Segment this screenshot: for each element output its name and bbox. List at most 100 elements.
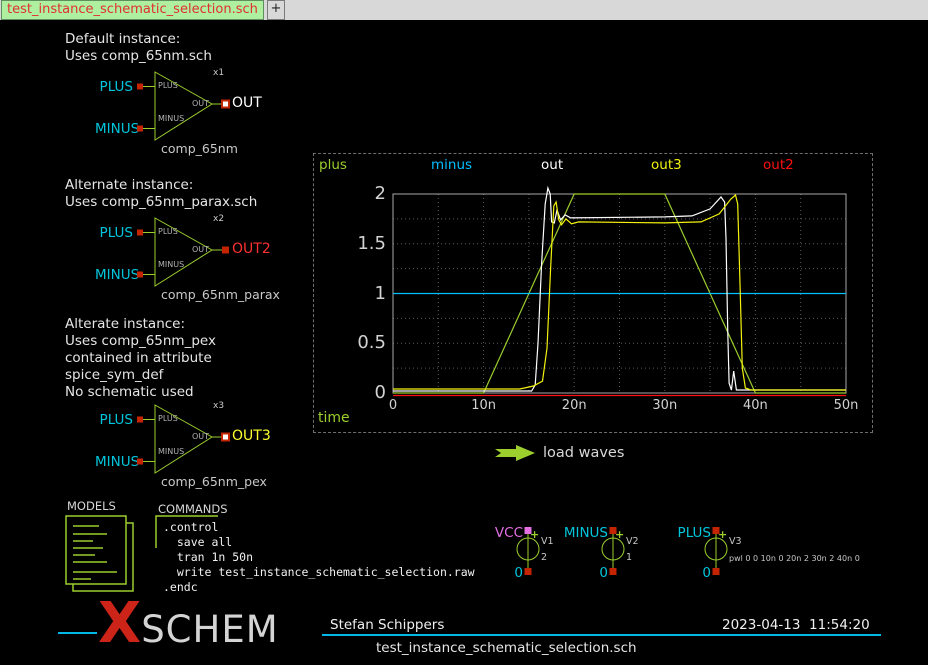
- pin-plus-square: [137, 84, 143, 90]
- pin-name-out: OUT: [179, 245, 209, 254]
- schematic-canvas[interactable]: Default instance:Uses comp_65nm.sch PLUS…: [0, 0, 928, 665]
- net-label-out[interactable]: OUT: [232, 95, 262, 111]
- pin-bottom-square: [610, 568, 617, 575]
- x-tick-label: 40n: [730, 398, 780, 413]
- pin-minus-square: [137, 126, 143, 132]
- source-value: 1: [626, 552, 632, 563]
- legend-item-out2[interactable]: out2: [763, 157, 794, 173]
- logo-x-glyph: X: [98, 598, 141, 650]
- net-label-plus[interactable]: PLUS: [641, 525, 711, 541]
- new-tab-button[interactable]: +: [267, 0, 285, 20]
- y-tick-label: 0.5: [316, 332, 386, 353]
- y-tick-label: 1.5: [316, 233, 386, 254]
- gnd-label[interactable]: 0: [538, 565, 608, 581]
- comparator-instance-x1[interactable]: PLUS MINUS x1 PLUS MINUS OUT OUT comp_65…: [95, 65, 335, 160]
- commands-label: COMMANDS: [158, 502, 228, 516]
- legend-item-out[interactable]: out: [541, 157, 563, 173]
- pin-minus-square: [137, 272, 143, 278]
- pin-out-square: [222, 434, 229, 441]
- title-block-underline: [322, 634, 881, 636]
- load-waves-label: load waves: [543, 445, 624, 461]
- plus-sign: +: [718, 528, 727, 541]
- xschem-logo: XSCHEM: [98, 598, 279, 650]
- pin-name-out: OUT: [179, 432, 209, 441]
- spice-commands-text[interactable]: .control save all tran 1n 50n write test…: [163, 520, 475, 595]
- gnd-label[interactable]: 0: [453, 565, 523, 581]
- net-label-minus[interactable]: MINUS: [95, 454, 133, 470]
- plus-sign: +: [615, 528, 624, 541]
- models-document-icon[interactable]: [63, 513, 143, 595]
- pin-minus-square: [137, 459, 143, 465]
- pin-plus-square: [137, 417, 143, 423]
- net-label-minus[interactable]: MINUS: [95, 267, 133, 283]
- text-line: Alterate instance:: [65, 316, 185, 332]
- schematic-filename: test_instance_schematic_selection.sch: [376, 640, 637, 656]
- pin-out-square: [222, 247, 229, 254]
- net-label-plus[interactable]: PLUS: [95, 412, 133, 428]
- y-tick-label: 2: [316, 183, 386, 204]
- pin-name-out: OUT: [179, 99, 209, 108]
- pin-out-square: [222, 101, 229, 108]
- text-line: Uses comp_65nm.sch: [65, 48, 212, 64]
- net-label-vcc[interactable]: VCC: [453, 525, 523, 541]
- source-pwl-value: pwl 0 0 10n 0 20n 2 30n 2 40n 0: [729, 554, 860, 563]
- symbol-name: comp_65nm: [161, 141, 238, 156]
- legend-item-plus[interactable]: plus: [319, 157, 347, 173]
- net-label-minus[interactable]: MINUS: [95, 121, 133, 137]
- text-line: contained in attribute: [65, 350, 212, 366]
- pin-name-minus: MINUS: [158, 260, 184, 269]
- source-ref: V3: [729, 536, 742, 547]
- voltage-source-v3[interactable]: PLUS + V3 pwl 0 0 10n 0 20n 2 30n 2 40n …: [641, 525, 801, 583]
- instance-ref: x2: [213, 214, 224, 224]
- net-label-plus[interactable]: PLUS: [95, 79, 133, 95]
- text-line: Uses comp_65nm_pex: [65, 333, 216, 349]
- symbol-name: comp_65nm_pex: [161, 474, 267, 489]
- load-waves-launcher[interactable]: load waves: [494, 444, 624, 462]
- symbol-name: comp_65nm_parax: [161, 287, 280, 302]
- waveform-plot-area: [314, 154, 872, 432]
- gnd-label[interactable]: 0: [641, 565, 711, 581]
- green-arrow-icon: [494, 444, 536, 462]
- author-name: Stefan Schippers: [330, 617, 444, 633]
- text-line: Default instance:: [65, 31, 180, 47]
- waveform-graph[interactable]: time plusminusoutout3out200.511.52010n20…: [313, 153, 873, 433]
- pin-name-minus: MINUS: [158, 447, 184, 456]
- text-line: Uses comp_65nm_parax.sch: [65, 194, 257, 210]
- pin-plus-square: [137, 230, 143, 236]
- comparator-instance-x2[interactable]: PLUS MINUS x2 PLUS MINUS OUT OUT2 comp_6…: [95, 211, 335, 306]
- tab-active-schematic[interactable]: test_instance_schematic_selection.sch: [1, 0, 264, 20]
- y-tick-label: 1: [316, 283, 386, 304]
- net-label-minus[interactable]: MINUS: [538, 525, 608, 541]
- text-line: Alternate instance:: [65, 177, 193, 193]
- text-line: spice_sym_def: [65, 367, 163, 383]
- x-tick-label: 30n: [640, 398, 690, 413]
- net-label-out3[interactable]: OUT3: [232, 428, 271, 444]
- pin-name-plus: PLUS: [158, 414, 178, 423]
- x-tick-label: 0: [368, 398, 418, 413]
- wave-out3: [393, 195, 846, 390]
- pin-bottom-square: [525, 568, 532, 575]
- net-label-out2[interactable]: OUT2: [232, 241, 271, 257]
- legend-item-out3[interactable]: out3: [651, 157, 682, 173]
- x-tick-label: 10n: [459, 398, 509, 413]
- pin-name-plus: PLUS: [158, 227, 178, 236]
- timestamp: 2023-04-13 11:54:20: [722, 617, 870, 633]
- instance3-description[interactable]: Alterate instance:Uses comp_65nm_pexcont…: [65, 316, 216, 401]
- legend-item-minus[interactable]: minus: [431, 157, 472, 173]
- pin-name-minus: MINUS: [158, 114, 184, 123]
- logo-text: SCHEM: [141, 611, 278, 648]
- instance2-description[interactable]: Alternate instance:Uses comp_65nm_parax.…: [65, 177, 257, 211]
- instance-ref: x3: [213, 401, 224, 411]
- models-label: MODELS: [67, 499, 116, 513]
- source-ref: V2: [626, 536, 639, 547]
- x-tick-label: 20n: [549, 398, 599, 413]
- pin-bottom-square: [713, 568, 720, 575]
- instance-ref: x1: [213, 68, 224, 78]
- net-label-plus[interactable]: PLUS: [95, 225, 133, 241]
- comparator-instance-x3[interactable]: PLUS MINUS x3 PLUS MINUS OUT OUT3 comp_6…: [95, 398, 335, 493]
- tab-bar: test_instance_schematic_selection.sch +: [0, 0, 928, 20]
- pin-name-plus: PLUS: [158, 81, 178, 90]
- title-block-line: [58, 632, 97, 634]
- x-axis-title: time: [318, 410, 350, 426]
- instance1-description[interactable]: Default instance:Uses comp_65nm.sch: [65, 31, 212, 65]
